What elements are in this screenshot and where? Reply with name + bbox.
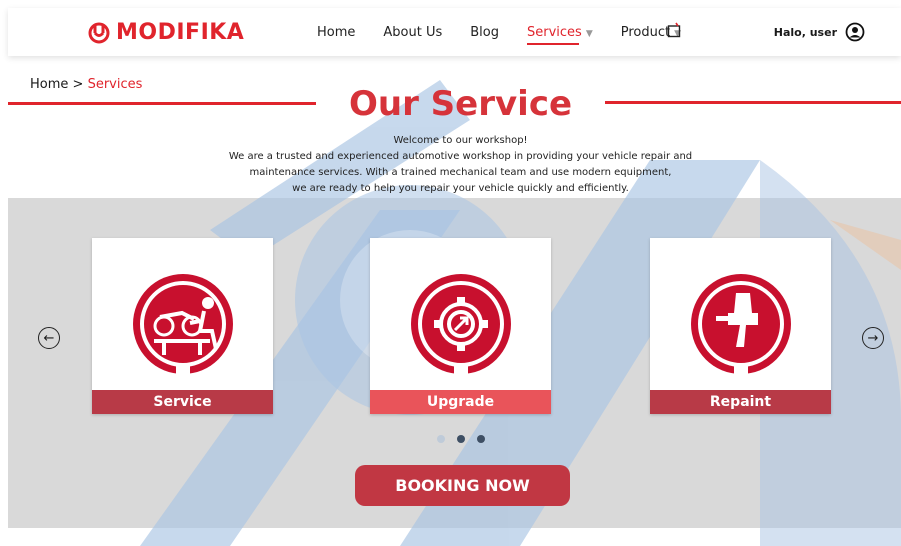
carousel-pagination <box>437 435 485 443</box>
service-card-repaint[interactable]: Repaint <box>650 238 831 414</box>
spray-gun-icon <box>688 271 794 381</box>
user-circle-icon <box>845 22 865 42</box>
intro-text: Welcome to our workshop! We are a truste… <box>180 133 741 197</box>
nav-home[interactable]: Home <box>317 25 355 40</box>
booking-now-button[interactable]: BOOKING NOW <box>355 465 570 506</box>
arrow-right-circle-icon: → <box>867 330 879 346</box>
carousel-next-button[interactable]: → <box>862 327 884 349</box>
carousel-prev-button[interactable]: ← <box>38 327 60 349</box>
carousel-dot[interactable] <box>457 435 465 443</box>
brand-name: MODIFIKA <box>116 20 245 45</box>
cart-button[interactable] <box>667 22 681 42</box>
carousel-dot[interactable] <box>437 435 445 443</box>
shopping-bag-icon <box>667 22 681 38</box>
service-card-upgrade[interactable]: Upgrade <box>370 238 551 414</box>
nav-blog[interactable]: Blog <box>470 25 499 40</box>
intro-line: We are a trusted and experienced automot… <box>228 151 693 162</box>
page-title: Our Service <box>348 84 573 124</box>
nav-services-label: Services <box>527 25 582 40</box>
nav-about-us[interactable]: About Us <box>383 25 442 40</box>
card-label: Service <box>92 390 273 414</box>
user-menu[interactable]: Halo, user <box>774 22 865 42</box>
intro-line: we are ready to help you repair your veh… <box>292 183 629 194</box>
motorcycle-repair-icon <box>130 271 236 381</box>
main-nav: Home About Us Blog Services ▼ Product ▼ <box>317 25 709 45</box>
brand-logo[interactable]: MODIFIKA <box>88 20 244 45</box>
service-card-service[interactable]: Service <box>92 238 273 414</box>
nav-services[interactable]: Services ▼ <box>527 25 593 45</box>
gear-upgrade-icon <box>408 271 514 381</box>
user-greeting: Halo, user <box>773 25 837 39</box>
arrow-left-circle-icon: ← <box>43 330 55 346</box>
top-navbar: MODIFIKA Home About Us Blog Services ▼ Pr… <box>8 8 901 56</box>
nav-product-label: Product <box>620 25 671 40</box>
intro-line: maintenance services. With a trained mec… <box>249 167 672 178</box>
chevron-down-icon: ▼ <box>585 29 593 39</box>
carousel-dot[interactable] <box>477 435 485 443</box>
intro-line: Welcome to our workshop! <box>393 135 528 146</box>
card-label: Repaint <box>650 390 831 414</box>
card-label: Upgrade <box>370 390 551 414</box>
brand-logo-icon <box>88 22 110 43</box>
